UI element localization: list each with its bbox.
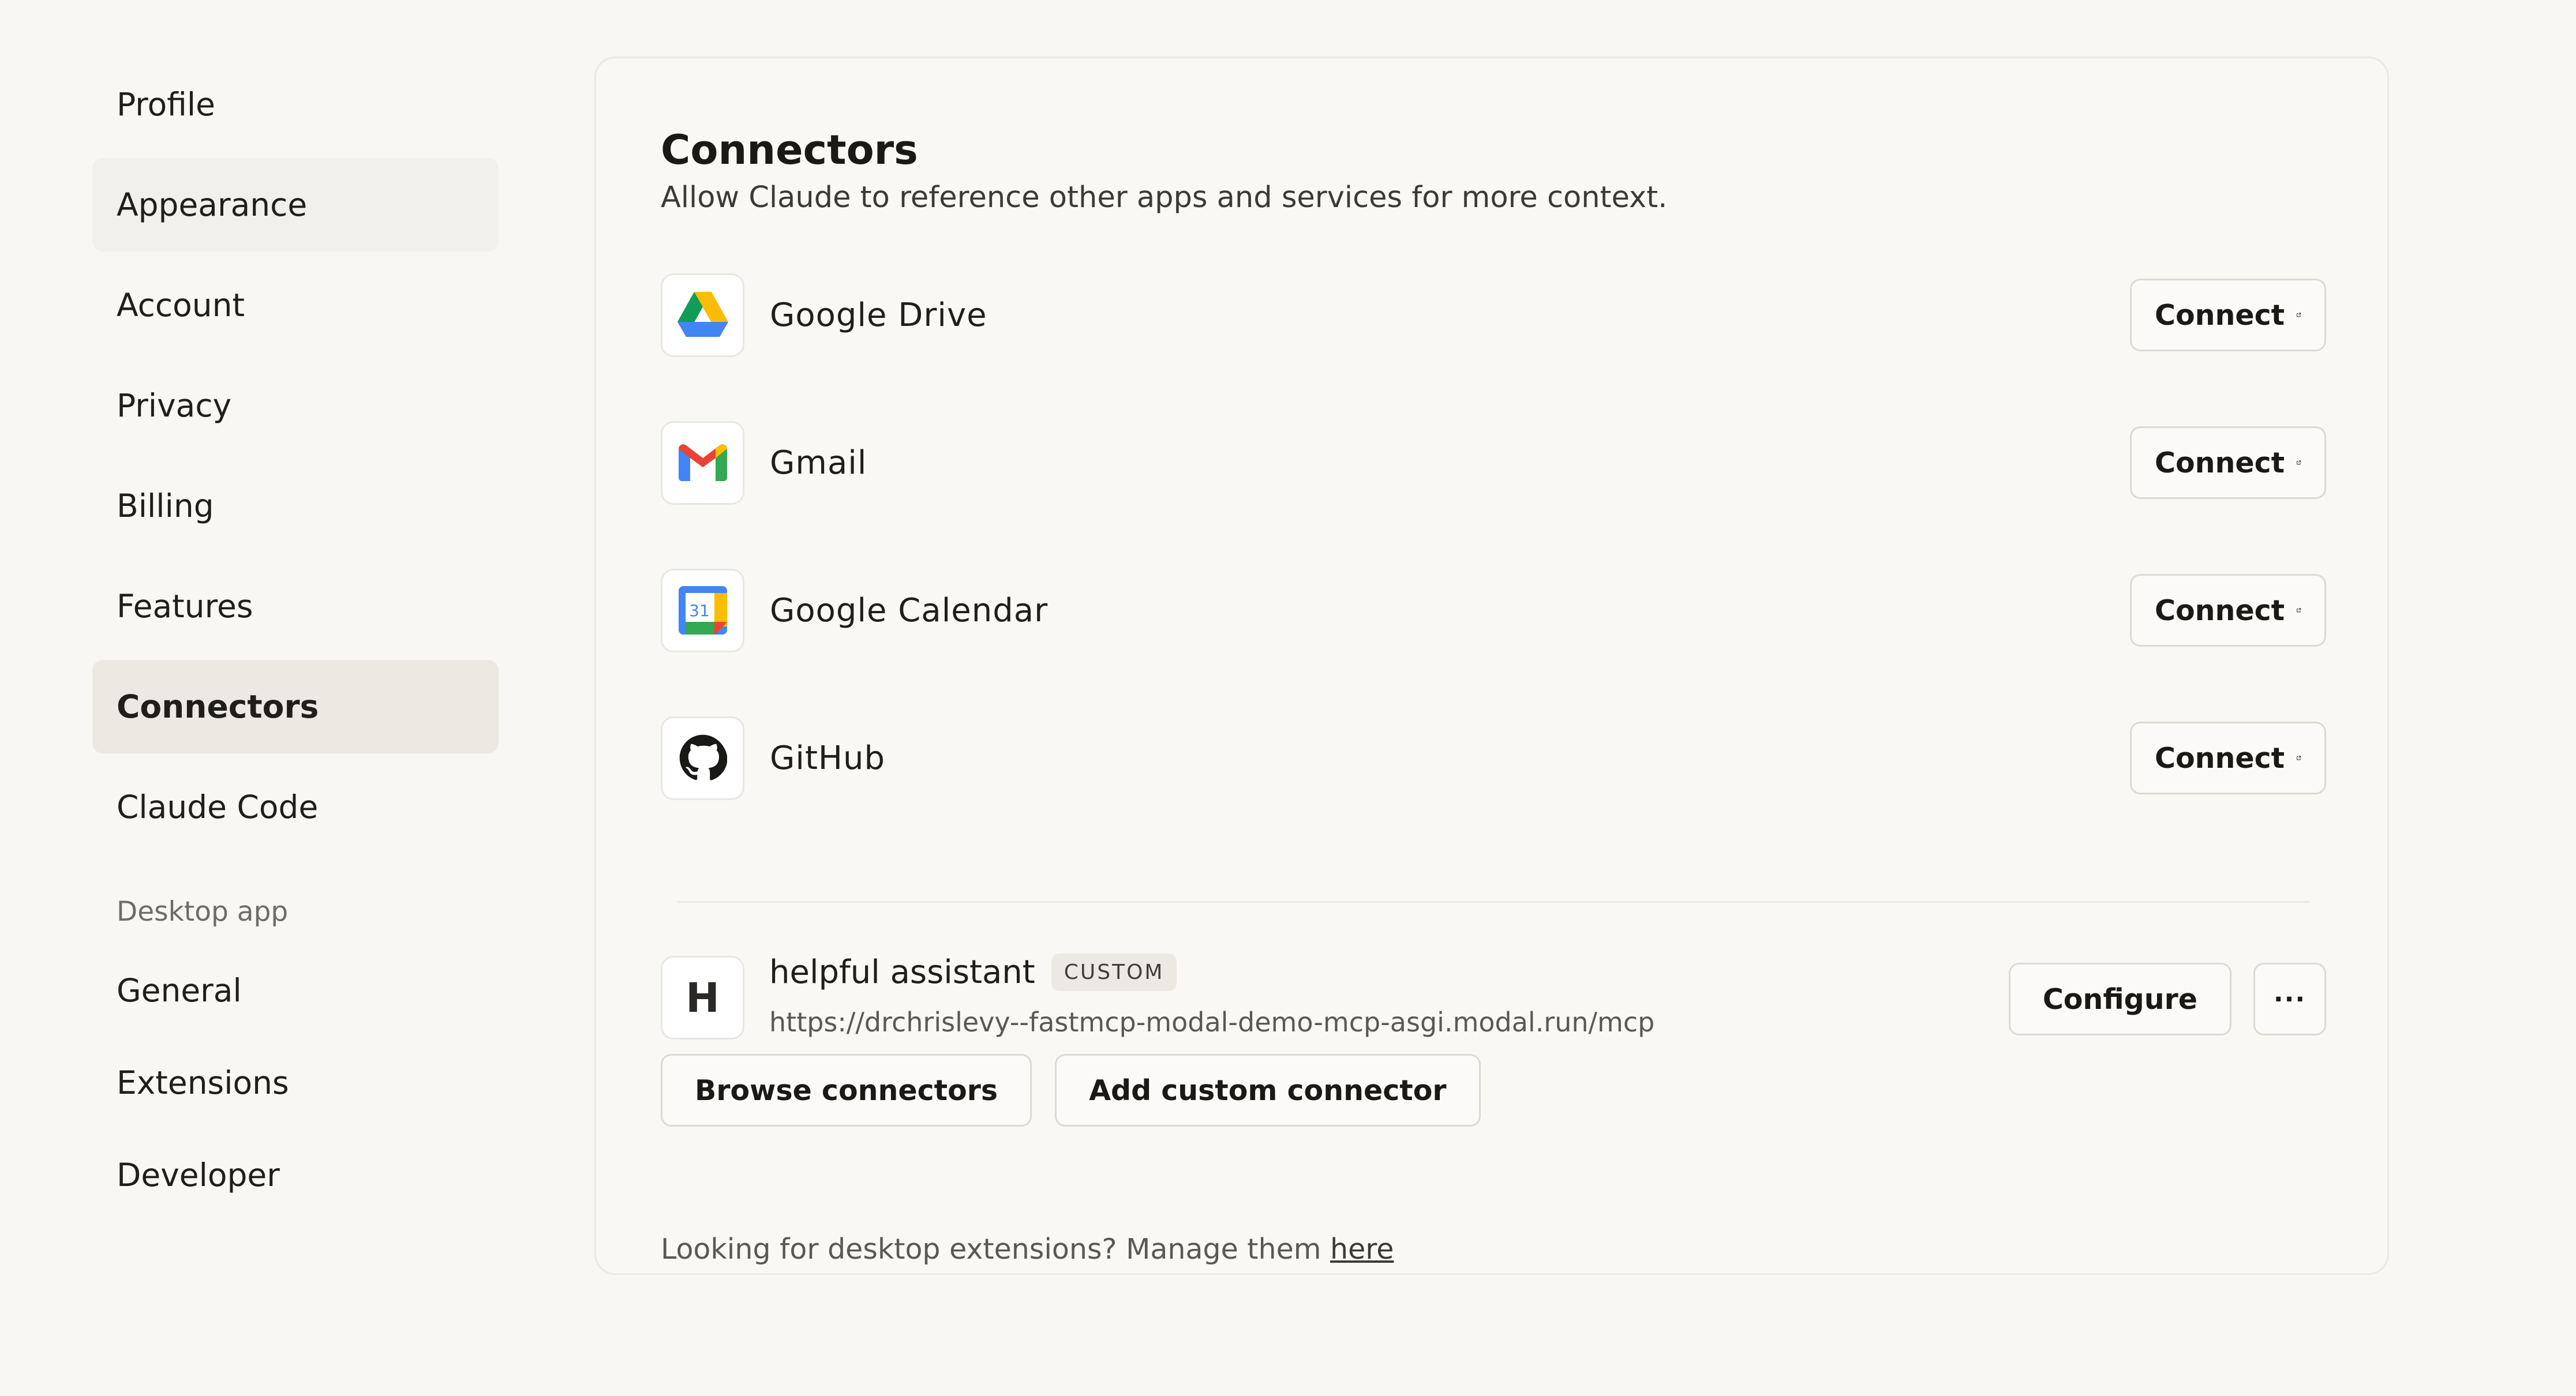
google-drive-icon [661,273,744,357]
sidebar-item-label: Profile [117,86,216,123]
sidebar-item-privacy[interactable]: Privacy [92,359,499,452]
sidebar-item-developer[interactable]: Developer [92,1132,499,1218]
sidebar-item-claude-code[interactable]: Claude Code [92,760,499,854]
page-title: Connectors [661,126,918,174]
sidebar-item-label: Claude Code [117,789,319,825]
sidebar-item-connectors[interactable]: Connectors [92,660,499,753]
sidebar-section-desktop-app: Desktop app [117,895,289,928]
connect-github-button[interactable]: Connect [2130,722,2326,794]
connect-button-label: Connect [2155,741,2285,775]
sidebar-item-billing[interactable]: Billing [92,459,499,553]
custom-connector-title: helpful assistant CUSTOM [769,954,1177,991]
svg-text:31: 31 [689,601,710,620]
sidebar-item-extensions[interactable]: Extensions [92,1040,499,1126]
footer-text: Looking for desktop extensions? Manage t… [661,1233,1331,1266]
connect-google-calendar-button[interactable]: Connect [2130,574,2326,647]
sidebar-item-label: Billing [117,487,214,524]
custom-connector-name: helpful assistant [769,954,1035,991]
sidebar-item-label: Appearance [117,186,308,223]
page-subtitle: Allow Claude to reference other apps and… [661,181,1668,215]
configure-button[interactable]: Configure [2008,963,2231,1035]
sidebar-item-features[interactable]: Features [92,560,499,653]
sidebar-item-general[interactable]: General [92,947,499,1034]
section-divider [677,901,2310,903]
custom-connector-row: H helpful assistant CUSTOM https://drchr… [661,954,2326,1042]
browse-connectors-label: Browse connectors [695,1074,998,1107]
external-link-icon [2297,608,2301,613]
sidebar-item-label: Extensions [117,1064,289,1101]
custom-badge: CUSTOM [1051,954,1177,991]
sidebar-item-appearance[interactable]: Appearance [92,158,499,252]
external-link-icon [2297,313,2301,317]
connect-google-drive-button[interactable]: Connect [2130,279,2326,351]
github-icon [661,716,744,800]
custom-connector-url: https://drchrislevy--fastmcp-modal-demo-… [769,1007,1655,1038]
sidebar-item-profile[interactable]: Profile [92,58,499,151]
google-calendar-icon: 31 [661,568,744,652]
connector-name: Gmail [770,444,867,482]
custom-connector-avatar: H [661,956,744,1040]
add-custom-connector-label: Add custom connector [1089,1074,1447,1107]
connect-gmail-button[interactable]: Connect [2130,426,2326,499]
external-link-icon [2297,460,2301,465]
more-options-button[interactable]: ··· [2253,963,2326,1035]
browse-connectors-button[interactable]: Browse connectors [661,1054,1032,1127]
connector-row-gmail: Gmail Connect [661,419,2326,506]
configure-button-label: Configure [2042,982,2197,1016]
connector-row-google-drive: Google Drive Connect [661,272,2326,358]
connector-row-google-calendar: 31 Google Calendar Connect [661,567,2326,654]
sidebar-item-label: Features [117,588,253,625]
connect-button-label: Connect [2155,446,2285,479]
connector-name: Google Drive [770,296,987,334]
connector-name: GitHub [770,739,886,777]
sidebar-item-label: Account [117,287,245,324]
more-icon: ··· [2273,984,2307,1014]
sidebar-item-account[interactable]: Account [92,258,499,352]
gmail-icon [661,421,744,505]
connector-actions: Browse connectors Add custom connector [661,1054,1481,1127]
footer-note: Looking for desktop extensions? Manage t… [661,1233,1394,1266]
manage-extensions-link[interactable]: here [1330,1233,1394,1266]
external-link-icon [2297,756,2301,760]
connector-name: Google Calendar [770,591,1049,629]
sidebar-item-label: General [117,972,242,1009]
sidebar-item-label: Privacy [117,387,232,424]
connect-button-label: Connect [2155,298,2285,332]
connector-row-github: GitHub Connect [661,715,2326,801]
add-custom-connector-button[interactable]: Add custom connector [1055,1054,1481,1127]
settings-sidebar: Profile Appearance Account Privacy Billi… [92,58,499,1224]
sidebar-item-label: Developer [117,1157,280,1194]
connect-button-label: Connect [2155,594,2285,627]
sidebar-item-label: Connectors [117,688,319,725]
settings-page: Profile Appearance Account Privacy Billi… [0,0,2576,1396]
connectors-card: Connectors Allow Claude to reference oth… [594,57,2389,1275]
